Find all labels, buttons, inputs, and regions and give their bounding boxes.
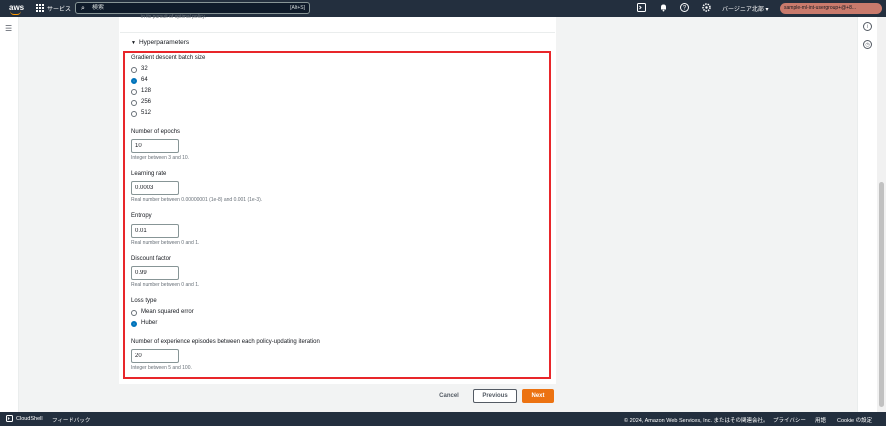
loss-type-option-huber[interactable]: Huber	[141, 320, 157, 326]
learning-rate-input[interactable]	[131, 181, 179, 195]
discount-factor-hint: Real number between 0 and 1.	[131, 282, 200, 288]
terms-link[interactable]: 用語	[815, 416, 826, 424]
epochs-hint: Integer between 3 and 10.	[131, 155, 190, 161]
epochs-input[interactable]	[131, 139, 179, 153]
top-navigation-bar: aws サービス ⌕ [Alt+S] ? バージニア北部 ▾ sample-ml…	[0, 0, 886, 17]
menu-hamburger-icon[interactable]: ☰	[5, 24, 12, 33]
page-scrollbar[interactable]	[877, 17, 886, 412]
loss-type-radio-mse[interactable]	[131, 310, 137, 316]
episodes-label: Number of experience episodes between ea…	[131, 339, 320, 345]
previous-button[interactable]: Previous	[473, 389, 517, 403]
batch-size-radio-32[interactable]	[131, 67, 137, 73]
highlight-box	[123, 51, 551, 379]
batch-size-radio-256[interactable]	[131, 100, 137, 106]
info-icon[interactable]: i	[863, 22, 872, 31]
search-box[interactable]: ⌕ [Alt+S]	[75, 2, 310, 14]
section-title: Hyperparameters	[138, 39, 190, 46]
search-input[interactable]	[92, 4, 262, 12]
episodes-input[interactable]	[131, 349, 179, 363]
batch-size-radio-128[interactable]	[131, 89, 137, 95]
privacy-link[interactable]: プライバシー	[773, 416, 806, 424]
section-divider	[120, 32, 555, 33]
search-shortcut: [Alt+S]	[290, 5, 305, 11]
batch-size-radio-64[interactable]	[131, 78, 137, 84]
notifications-bell-icon[interactable]	[658, 3, 668, 13]
epochs-label: Number of epochs	[131, 129, 181, 135]
loss-type-radio-huber[interactable]	[131, 321, 137, 327]
right-tools-rail: i ◷	[857, 17, 878, 412]
loss-type-label: Loss type	[131, 298, 157, 304]
hyperparameters-section-toggle[interactable]: ▼ Hyperparameters	[131, 39, 189, 46]
batch-size-option-64[interactable]: 64	[141, 77, 148, 83]
feedback-link[interactable]: フィードバック	[52, 416, 90, 424]
loss-type-option-mse[interactable]: Mean squared error	[141, 309, 194, 315]
entropy-hint: Real number between 0 and 1.	[131, 240, 200, 246]
learning-rate-hint: Real number between 0.00000001 (1e-8) an…	[131, 197, 263, 203]
batch-size-option-32[interactable]: 32	[141, 66, 148, 72]
history-clock-icon[interactable]: ◷	[863, 40, 872, 49]
batch-size-radio-512[interactable]	[131, 111, 137, 117]
services-grid-icon[interactable]	[36, 4, 44, 12]
copyright-text: © 2024, Amazon Web Services, Inc. またはその関…	[624, 418, 769, 424]
settings-gear-icon[interactable]	[701, 3, 711, 13]
cancel-button[interactable]: Cancel	[433, 390, 465, 402]
help-icon[interactable]: ?	[679, 3, 689, 13]
scrollbar-thumb[interactable]	[879, 182, 884, 407]
entropy-input[interactable]	[131, 224, 179, 238]
cloudshell-icon[interactable]	[636, 3, 646, 13]
search-icon: ⌕	[81, 5, 85, 12]
region-selector[interactable]: バージニア北部 ▾	[722, 4, 769, 13]
batch-size-option-512[interactable]: 512	[141, 110, 151, 116]
footer-bar: CloudShell フィードバック © 2024, Amazon Web Se…	[0, 412, 886, 426]
caret-down-icon: ▼	[131, 40, 136, 46]
cloudshell-link[interactable]: CloudShell	[16, 416, 43, 422]
entropy-label: Entropy	[131, 213, 152, 219]
episodes-hint: Integer between 5 and 100.	[131, 365, 192, 371]
services-menu[interactable]: サービス	[47, 4, 71, 13]
learning-rate-label: Learning rate	[131, 171, 167, 177]
batch-size-option-256[interactable]: 256	[141, 99, 151, 105]
account-menu[interactable]: sample-ml-int-usergroup+@+8...	[780, 3, 882, 14]
cloudshell-footer-icon[interactable]	[6, 415, 13, 424]
batch-size-label: Gradient descent batch size	[131, 55, 206, 61]
left-navigation-rail: ☰	[0, 17, 19, 412]
previous-field-description: in its pursuit of optimal policy.	[141, 14, 206, 20]
cookie-settings-link[interactable]: Cookie の設定	[837, 416, 872, 424]
discount-factor-label: Discount factor	[131, 256, 172, 262]
next-button[interactable]: Next	[522, 389, 554, 403]
discount-factor-input[interactable]	[131, 266, 179, 280]
aws-logo-smile	[10, 11, 21, 15]
batch-size-option-128[interactable]: 128	[141, 88, 151, 94]
